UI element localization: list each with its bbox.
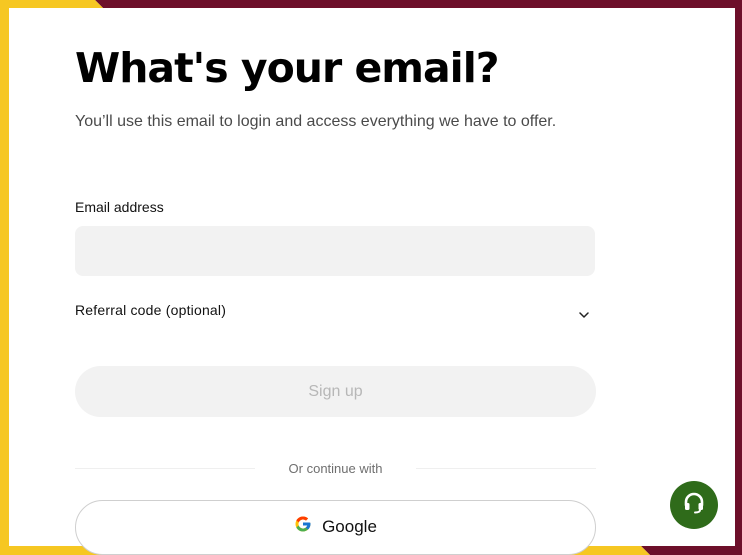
divider-line-left: [75, 467, 255, 469]
google-signin-button[interactable]: Google: [75, 500, 596, 555]
email-label: Email address: [75, 199, 164, 215]
headset-icon: [682, 491, 706, 520]
or-continue-divider: Or continue with: [75, 458, 596, 478]
divider-line-right: [416, 467, 596, 469]
page-title: What's your email?: [75, 44, 500, 92]
sign-up-button[interactable]: Sign up: [75, 366, 596, 417]
divider-text: Or continue with: [288, 460, 383, 476]
chevron-down-icon: [579, 306, 589, 318]
email-input[interactable]: [75, 226, 595, 276]
support-chat-button[interactable]: [670, 481, 718, 529]
page-subtitle: You’ll use this email to login and acces…: [75, 113, 557, 130]
referral-code-label: Referral code (optional): [75, 302, 227, 318]
google-icon: [294, 515, 312, 538]
referral-code-toggle[interactable]: Referral code (optional): [75, 298, 595, 322]
google-button-label: Google: [322, 516, 377, 536]
